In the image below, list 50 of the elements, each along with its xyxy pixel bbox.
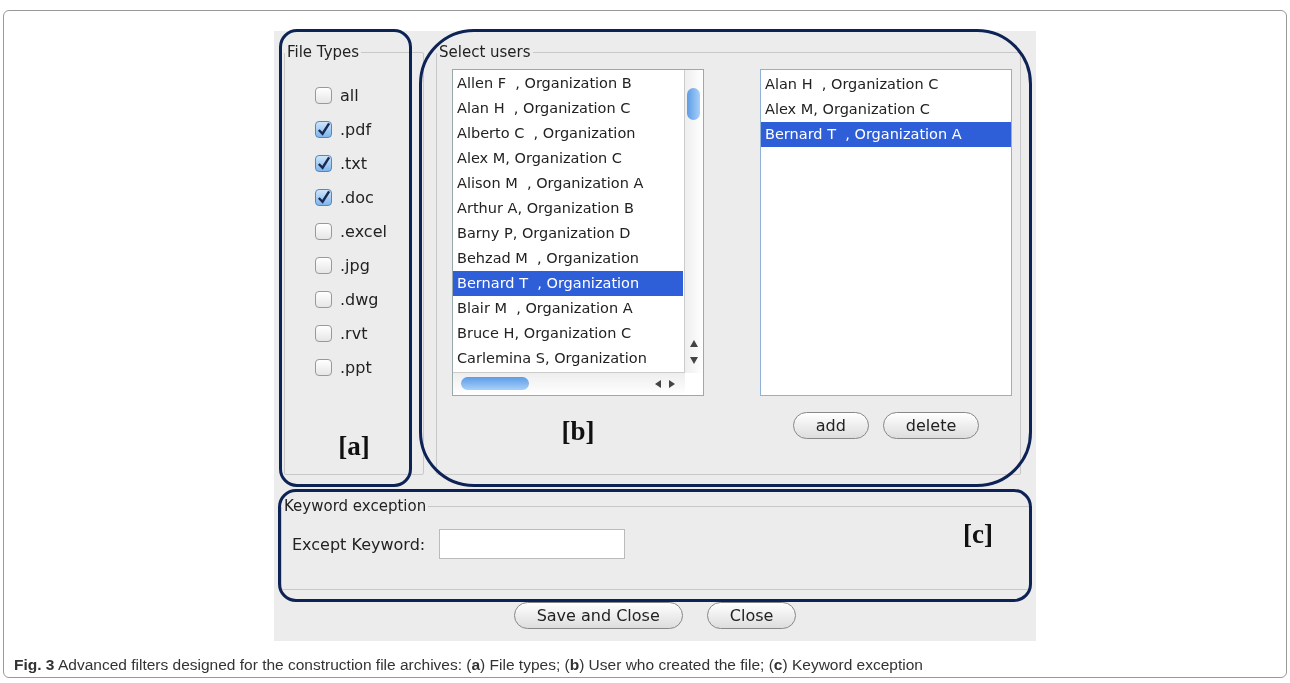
user-list-item[interactable]: Alan H , Organization C: [453, 96, 683, 121]
checkbox[interactable]: [315, 359, 332, 376]
field-label: Except Keyword:: [292, 534, 426, 554]
file-type-checkbox[interactable]: .jpg: [315, 255, 387, 276]
checkbox[interactable]: [315, 291, 332, 308]
file-type-checkbox[interactable]: .pdf: [315, 119, 387, 140]
checkbox[interactable]: [315, 189, 332, 206]
annotation-label: [a]: [338, 431, 370, 462]
dialog-button[interactable]: Close: [706, 602, 797, 629]
group-title: Select users: [438, 43, 532, 61]
user-list-item[interactable]: Carlemina S, Organization: [453, 346, 683, 371]
vertical-scrollbar[interactable]: [684, 70, 703, 373]
file-type-checkbox[interactable]: .dwg: [315, 289, 387, 310]
checkbox[interactable]: [315, 223, 332, 240]
user-list-item[interactable]: Alex M, Organization C: [761, 97, 1011, 122]
checkbox[interactable]: [315, 325, 332, 342]
scroll-thumb[interactable]: [687, 88, 700, 120]
scroll-arrows-icon[interactable]: [653, 379, 677, 389]
user-list-item[interactable]: Blair M , Organization A: [453, 296, 683, 321]
file-type-checkbox[interactable]: .excel: [315, 221, 387, 242]
user-list-item[interactable]: Arthur A, Organization B: [453, 196, 683, 221]
user-list-item[interactable]: Alan H , Organization C: [761, 72, 1011, 97]
user-list-item[interactable]: Bernard T , Organization: [453, 271, 683, 296]
scroll-thumb[interactable]: [461, 377, 529, 390]
dialog-button[interactable]: Save and Close: [513, 602, 683, 629]
user-list-item[interactable]: Alberto C , Organization: [453, 121, 683, 146]
user-list-item[interactable]: Alex M, Organization C: [453, 146, 683, 171]
group-title: File Types: [286, 43, 361, 61]
user-list-item[interactable]: Barny P, Organization D: [453, 221, 683, 246]
annotation-label: [c]: [963, 518, 993, 550]
file-type-checkbox[interactable]: .ppt: [315, 357, 387, 378]
annotation-label: [b]: [561, 416, 595, 447]
file-type-checkbox[interactable]: .doc: [315, 187, 387, 208]
user-list-item[interactable]: Allen F , Organization B: [453, 71, 683, 96]
checkbox[interactable]: [315, 87, 332, 104]
user-list-item[interactable]: Bruce H, Organization C: [453, 321, 683, 346]
user-list-item[interactable]: Bernard T , Organization A: [761, 122, 1011, 147]
group-title: Keyword exception: [283, 497, 428, 515]
list-button[interactable]: delete: [882, 412, 980, 439]
keyword-field[interactable]: [439, 529, 626, 559]
checkbox[interactable]: [315, 121, 332, 138]
file-type-checkbox[interactable]: .txt: [315, 153, 387, 174]
checkbox[interactable]: [315, 257, 332, 274]
file-type-checkbox[interactable]: .rvt: [315, 323, 387, 344]
user-list-item[interactable]: Alison M , Organization A: [453, 171, 683, 196]
user-list-item[interactable]: Behzad M , Organization: [453, 246, 683, 271]
figure-caption: Fig. 3 Advanced filters designed for the construction file archives: (a) File types; (b) User who created the file; (c) Keyword exception: [14, 656, 923, 674]
file-type-checkbox[interactable]: all: [315, 85, 387, 106]
list-button[interactable]: add: [792, 412, 869, 439]
checkbox[interactable]: [315, 155, 332, 172]
